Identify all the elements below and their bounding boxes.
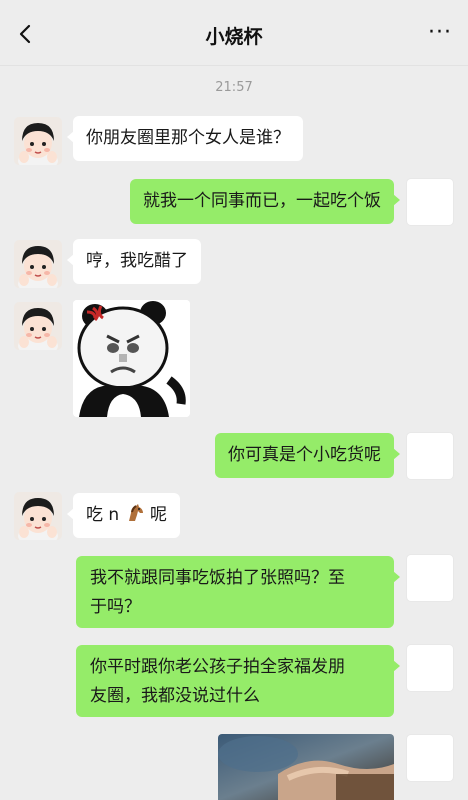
incoming-message-bubble[interactable]: 吃 n 呢 (67, 493, 180, 538)
message-text-line: 我不就跟同事吃饭拍了张照吗？至 (90, 568, 345, 588)
incoming-message-bubble[interactable]: 你朋友圈里那个女人是谁？ (67, 116, 303, 161)
message-text-line: 你平时跟你老公孩子拍全家福发朋 (90, 657, 345, 677)
horse-emoji-icon (128, 504, 143, 521)
my-avatar[interactable] (406, 734, 454, 782)
chat-title: 小烧杯 (205, 26, 263, 48)
angry-panda-sticker[interactable] (73, 300, 190, 417)
message-text: 你朋友圈里那个女人是谁？ (86, 128, 290, 148)
message-text: 哼，我吃醋了 (86, 251, 188, 271)
message-text-line: 于吗？ (90, 597, 141, 617)
photo-thumbnail[interactable] (218, 734, 394, 800)
outgoing-message-bubble[interactable]: 你平时跟你老公孩子拍全家福发朋 友圈，我都没说过什么 (76, 645, 400, 717)
message-text: 呢 (150, 505, 167, 525)
message-text: 你可真是个小吃货呢 (228, 445, 381, 465)
outgoing-message-bubble[interactable]: 你可真是个小吃货呢 (215, 433, 400, 478)
contact-avatar[interactable] (14, 492, 62, 540)
more-options-icon[interactable]: ··· (422, 18, 452, 48)
contact-avatar[interactable] (14, 240, 62, 288)
message-text: 吃 n (86, 505, 120, 525)
outgoing-message-bubble[interactable]: 就我一个同事而已，一起吃个饭 (130, 179, 400, 224)
my-avatar[interactable] (406, 554, 454, 602)
my-avatar[interactable] (406, 644, 454, 692)
outgoing-message-bubble[interactable]: 我不就跟同事吃饭拍了张照吗？至 于吗？ (76, 556, 400, 628)
my-avatar[interactable] (406, 432, 454, 480)
contact-avatar[interactable] (14, 117, 62, 165)
contact-avatar[interactable] (14, 302, 62, 350)
chat-header: 小烧杯 ··· (0, 0, 468, 66)
my-avatar[interactable] (406, 178, 454, 226)
message-text-line: 友圈，我都没说过什么 (90, 686, 260, 706)
incoming-message-bubble[interactable]: 哼，我吃醋了 (67, 239, 201, 284)
message-text: 就我一个同事而已，一起吃个饭 (143, 191, 381, 211)
message-timestamp: 21:57 (215, 80, 253, 95)
